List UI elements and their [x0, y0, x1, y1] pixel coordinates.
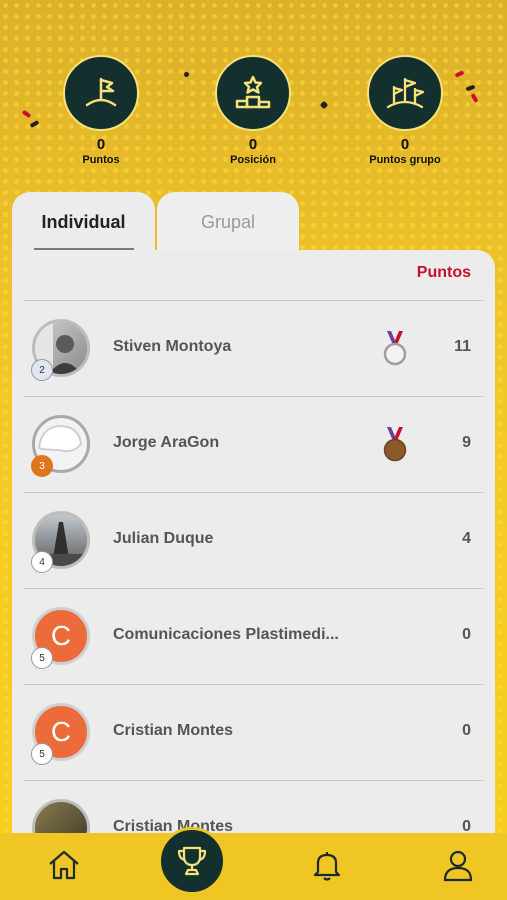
bell-icon[interactable] — [309, 847, 345, 883]
group-flags-icon — [367, 55, 443, 131]
confetti — [184, 72, 189, 77]
avatar — [32, 799, 90, 835]
stat-posicion: 0 Posición — [203, 55, 303, 166]
user-name: Comunicaciones Plastimedi... — [113, 626, 339, 643]
tab-label: Grupal — [200, 212, 256, 232]
user-name: Jorge AraGon — [113, 434, 220, 451]
flag-hill-icon — [63, 55, 139, 131]
user-points: 11 — [454, 338, 471, 355]
user-points: 4 — [462, 530, 471, 547]
ranking-card: Puntos 2 Stiven Montoya 11 3 Jorge AraGo… — [12, 250, 495, 835]
stat-label: Puntos grupo — [369, 154, 441, 166]
stat-label: Posición — [230, 154, 276, 166]
tab-label: Individual — [41, 212, 126, 232]
rank-badge: 5 — [31, 647, 53, 669]
stat-value: 0 — [400, 136, 410, 153]
stat-puntos: 0 Puntos — [51, 55, 151, 166]
podium-star-icon — [215, 55, 291, 131]
stat-label: Puntos — [82, 154, 120, 166]
bronze-medal-icon — [380, 425, 410, 465]
rank-badge: 4 — [31, 551, 53, 573]
list-item[interactable]: C 5 Comunicaciones Plastimedi... 0 — [24, 588, 483, 684]
list-item[interactable]: 2 Stiven Montoya 11 — [24, 300, 483, 396]
tab-individual[interactable]: Individual — [12, 192, 155, 252]
rank-badge: 3 — [31, 455, 53, 477]
stat-value: 0 — [96, 136, 106, 153]
trophy-icon — [177, 846, 207, 876]
home-icon[interactable] — [46, 847, 82, 883]
list-item[interactable]: 3 Jorge AraGon 9 — [24, 396, 483, 492]
silver-medal-icon — [380, 329, 410, 369]
list-item[interactable]: 4 Julian Duque 4 — [24, 492, 483, 588]
user-points: 0 — [462, 626, 471, 643]
user-icon[interactable] — [440, 847, 476, 883]
tab-grupal[interactable]: Grupal — [157, 192, 299, 252]
user-points: 0 — [462, 722, 471, 739]
ranking-list: 2 Stiven Montoya 11 3 Jorge AraGon 9 4 J… — [24, 300, 483, 835]
user-points: 9 — [462, 434, 471, 451]
trophy-button[interactable] — [158, 827, 226, 895]
list-item[interactable]: C 5 Cristian Montes 0 — [24, 684, 483, 780]
list-item[interactable]: Cristian Montes 0 — [24, 780, 483, 835]
user-name: Cristian Montes — [113, 722, 234, 739]
bottom-nav — [0, 833, 507, 900]
points-column-header: Puntos — [416, 264, 471, 281]
user-name: Julian Duque — [113, 530, 214, 547]
stat-value: 0 — [248, 136, 258, 153]
user-name: Stiven Montoya — [113, 338, 232, 355]
rank-badge: 5 — [31, 743, 53, 765]
stat-puntos-grupo: 0 Puntos grupo — [355, 55, 455, 166]
rank-badge: 2 — [31, 359, 53, 381]
